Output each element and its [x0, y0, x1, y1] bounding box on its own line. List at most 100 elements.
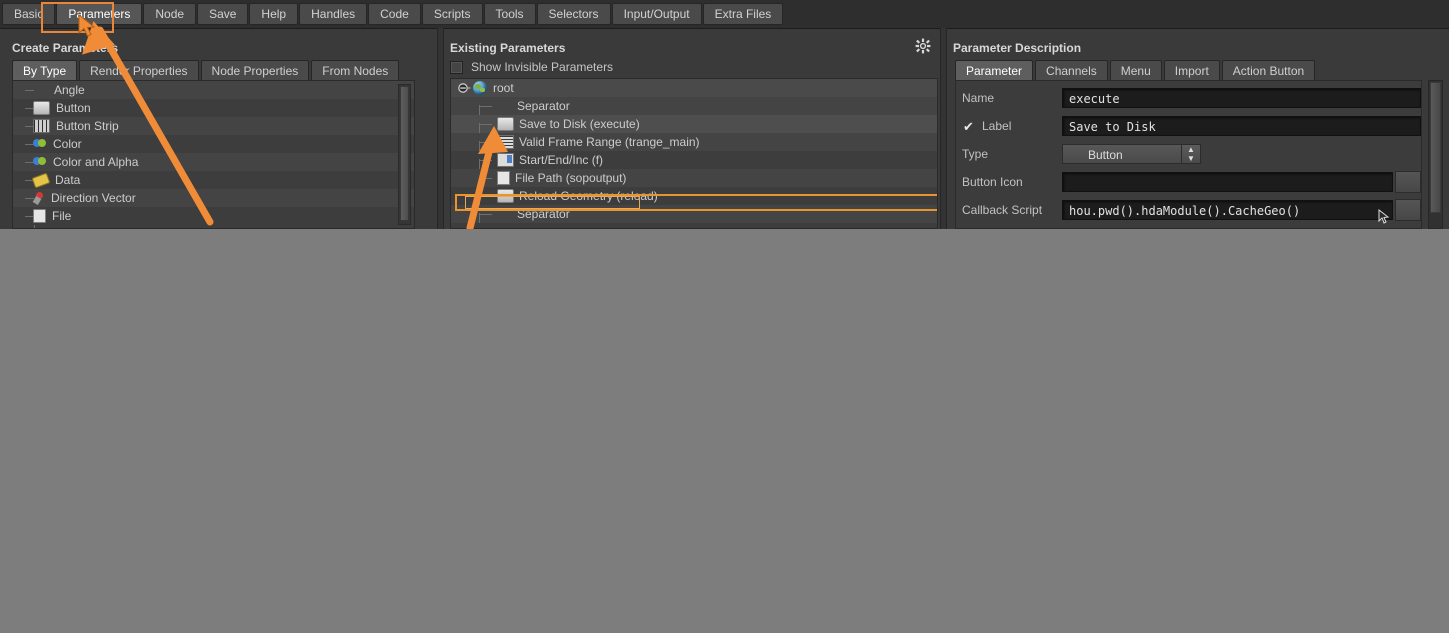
label-label: Label	[982, 119, 1012, 133]
tab-handles[interactable]: Handles	[299, 3, 368, 25]
tree-branch	[479, 160, 492, 161]
tab-label: Scripts	[433, 7, 471, 21]
tab-channels[interactable]: Channels	[1035, 60, 1108, 80]
globe-icon	[473, 81, 487, 95]
tree-row-label: root	[493, 81, 514, 95]
tree-row[interactable]: Reload Geometry (reload)	[451, 187, 937, 205]
existing-parameters-panel: Existing Parameters Show Invisible Param…	[442, 28, 940, 229]
tab-code[interactable]: Code	[368, 3, 421, 25]
list-item-label: Button Strip	[56, 119, 119, 133]
parameter-type-list[interactable]: Angle Button Button Strip Color Color an	[12, 80, 415, 229]
tab-label: Help	[261, 7, 287, 21]
tree-row-label: File Path (sopoutput)	[515, 171, 627, 185]
tab-save[interactable]: Save	[197, 3, 249, 25]
list-item-label: Data	[55, 173, 81, 187]
list-item[interactable]: Button Strip	[13, 117, 414, 135]
left-list-scrollbar[interactable]	[398, 84, 411, 225]
separator-icon	[497, 100, 512, 112]
tree-branch	[479, 106, 492, 107]
tab-parameters[interactable]: Parameters	[56, 3, 143, 25]
scrollbar-thumb[interactable]	[1430, 82, 1441, 214]
tab-action-button[interactable]: Action Button	[1221, 60, 1316, 80]
tab-node-properties[interactable]: Node Properties	[200, 60, 310, 80]
tab-scripts[interactable]: Scripts	[421, 3, 483, 25]
direction-vector-icon	[33, 192, 45, 204]
list-item-label: File	[52, 209, 72, 223]
list-item[interactable]: Data	[13, 171, 414, 189]
tab-label: Parameter	[966, 64, 1023, 78]
tab-node[interactable]: Node	[143, 3, 197, 25]
button-icon-input[interactable]	[1062, 172, 1393, 192]
houdini-type-properties-window: Basic Parameters Node Save Help Handles …	[0, 0, 1449, 229]
list-item-label: Color and Alpha	[53, 155, 139, 169]
tree-branch	[479, 196, 492, 197]
tab-label: Render Properties	[90, 64, 188, 78]
create-parameters-tabs: By Type Render Properties Node Propertie…	[12, 60, 401, 80]
existing-parameters-title: Existing Parameters	[450, 41, 566, 55]
list-item[interactable]: Color	[13, 135, 414, 153]
tree-row[interactable]: Separator	[451, 205, 937, 223]
tab-label: Menu	[1120, 64, 1151, 78]
type-select[interactable]: Button ▲ ▼	[1062, 144, 1201, 164]
list-item[interactable]: Angle	[13, 81, 414, 99]
create-parameters-title: Create Parameters	[12, 41, 119, 55]
type-label: Type	[962, 147, 989, 161]
separator-icon	[497, 208, 512, 220]
tab-render-properties[interactable]: Render Properties	[79, 60, 199, 80]
angle-icon	[33, 84, 48, 96]
tab-parameter[interactable]: Parameter	[955, 60, 1034, 80]
tree-row-root[interactable]: root	[451, 79, 937, 97]
tab-by-type[interactable]: By Type	[12, 60, 78, 80]
tab-import[interactable]: Import	[1163, 60, 1220, 80]
list-item[interactable]: Button	[13, 99, 414, 117]
tree-branch	[479, 214, 492, 215]
field-row-name: Name execute	[956, 87, 1421, 109]
tab-label: Code	[380, 7, 409, 21]
parameter-description-tabs: Parameter Channels Menu Import Action Bu…	[955, 60, 1317, 80]
show-invisible-checkbox[interactable]	[450, 60, 463, 74]
tab-extra-files[interactable]: Extra Files	[702, 3, 784, 25]
tab-label: By Type	[23, 64, 67, 78]
callback-script-label: Callback Script	[962, 203, 1043, 217]
tree-branch	[479, 178, 492, 179]
existing-parameters-tree[interactable]: root Separator Save to Disk (execute) Va…	[450, 78, 938, 229]
name-input[interactable]: execute	[1062, 88, 1421, 108]
list-item-label: Angle	[54, 83, 85, 97]
tab-from-nodes[interactable]: From Nodes	[311, 60, 400, 80]
show-invisible-label: Show Invisible Parameters	[471, 60, 614, 74]
tab-menu[interactable]: Menu	[1109, 60, 1162, 80]
chevron-updown-icon[interactable]: ▲ ▼	[1181, 145, 1200, 163]
button-icon-picker-button[interactable]	[1395, 171, 1421, 193]
field-row-callback-script: Callback Script hou.pwd().hdaModule().Ca…	[956, 199, 1421, 221]
color-alpha-icon	[33, 156, 47, 168]
tab-input-output[interactable]: Input/Output	[611, 3, 702, 25]
parameter-description-title: Parameter Description	[953, 41, 1082, 55]
callback-script-language-button[interactable]	[1395, 199, 1421, 221]
callback-script-input[interactable]: hou.pwd().hdaModule().CacheGeo()	[1062, 200, 1393, 220]
tree-row-label: Save to Disk (execute)	[519, 117, 640, 131]
right-panel-scrollbar[interactable]	[1428, 80, 1443, 229]
parameter-description-panel: Parameter Description Parameter Channels…	[945, 28, 1449, 229]
list-item[interactable]: Direction Vector	[13, 189, 414, 207]
tab-label: Handles	[311, 7, 356, 21]
tab-help[interactable]: Help	[249, 3, 299, 25]
label-input[interactable]: Save to Disk	[1062, 116, 1421, 136]
button-icon	[497, 189, 514, 203]
list-item[interactable]: File	[13, 207, 414, 225]
expand-collapse-icon[interactable]	[457, 81, 471, 95]
tab-tools[interactable]: Tools	[483, 3, 536, 25]
tree-row[interactable]: Separator	[451, 97, 937, 115]
tree-row-save-to-disk[interactable]: Save to Disk (execute)	[451, 115, 937, 133]
list-item[interactable]: Color and Alpha	[13, 153, 414, 171]
tab-selectors[interactable]: Selectors	[536, 3, 611, 25]
label-checkbox[interactable]: ✔	[962, 120, 975, 133]
show-invisible-parameters-row[interactable]: Show Invisible Parameters	[450, 60, 613, 74]
button-icon	[497, 117, 514, 131]
tree-row[interactable]: Valid Frame Range (trange_main)	[451, 133, 937, 151]
gear-icon[interactable]	[914, 38, 932, 56]
tree-row[interactable]: Start/End/Inc (f)	[451, 151, 937, 169]
field-row-type: Type Button ▲ ▼	[956, 143, 1421, 165]
scrollbar-thumb[interactable]	[400, 86, 409, 222]
tab-basic[interactable]: Basic	[2, 3, 56, 25]
tree-row[interactable]: File Path (sopoutput)	[451, 169, 937, 187]
